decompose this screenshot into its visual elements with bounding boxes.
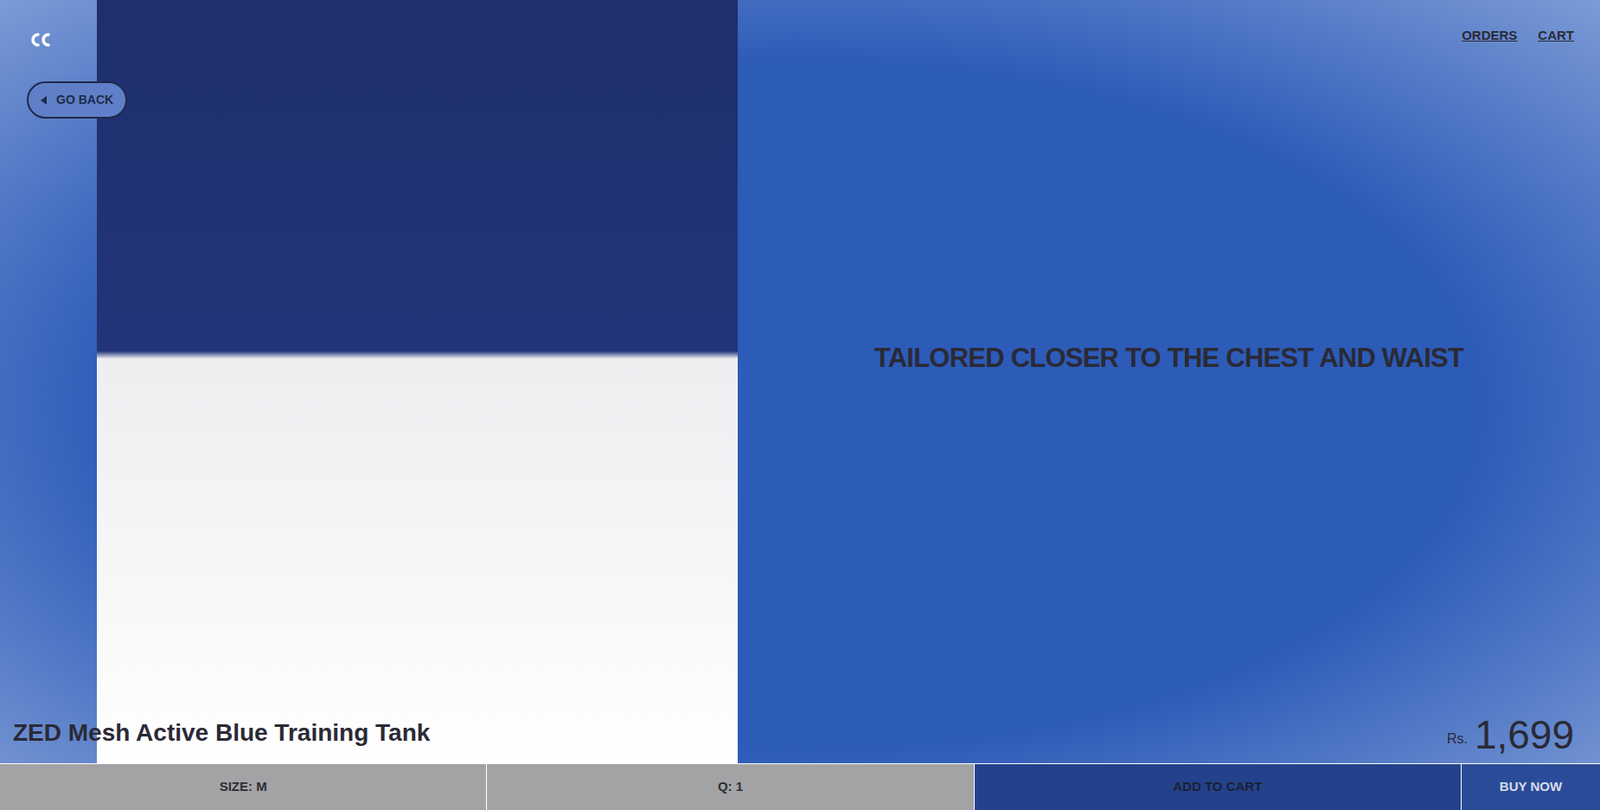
- nav-link[interactable]: CART: [1537, 25, 1575, 46]
- detail-panel: ORDERS CART TAILORED CLOSER TO THE CHEST A…: [737, 0, 1600, 763]
- main-area: ORDERS CART TAILORED CLOSER TO THE CHEST A…: [0, 0, 1600, 763]
- logo-icon[interactable]: [27, 31, 54, 49]
- go-back-button[interactable]: GO BACK: [26, 81, 128, 119]
- price-currency: Rs.: [1446, 728, 1468, 755]
- headline-area: TAILORED CLOSER TO THE CHEST AND WAIST: [763, 45, 1575, 716]
- price-amount: 1,699: [1474, 714, 1575, 755]
- product-title: ZED Mesh Active Blue Training Tank: [12, 714, 430, 751]
- action-button[interactable]: BUY NOW: [1461, 763, 1600, 810]
- action-button[interactable]: SIZE: M: [0, 763, 487, 810]
- product-photo: [96, 0, 738, 763]
- nav-link[interactable]: ORDERS: [1461, 25, 1517, 46]
- headline: TAILORED CLOSER TO THE CHEST AND WAIST: [874, 338, 1464, 379]
- price: Rs. 1,699: [763, 714, 1575, 755]
- back-arrow-icon: [40, 96, 48, 105]
- action-button[interactable]: Q: 1: [486, 763, 974, 810]
- product-page: ORDERS CART TAILORED CLOSER TO THE CHEST A…: [0, 0, 1600, 810]
- top-nav: ORDERS CART: [763, 25, 1575, 46]
- action-bar: SIZE: MQ: 1ADD TO CARTBUY NOW: [0, 762, 1600, 810]
- action-button[interactable]: ADD TO CART: [974, 763, 1462, 810]
